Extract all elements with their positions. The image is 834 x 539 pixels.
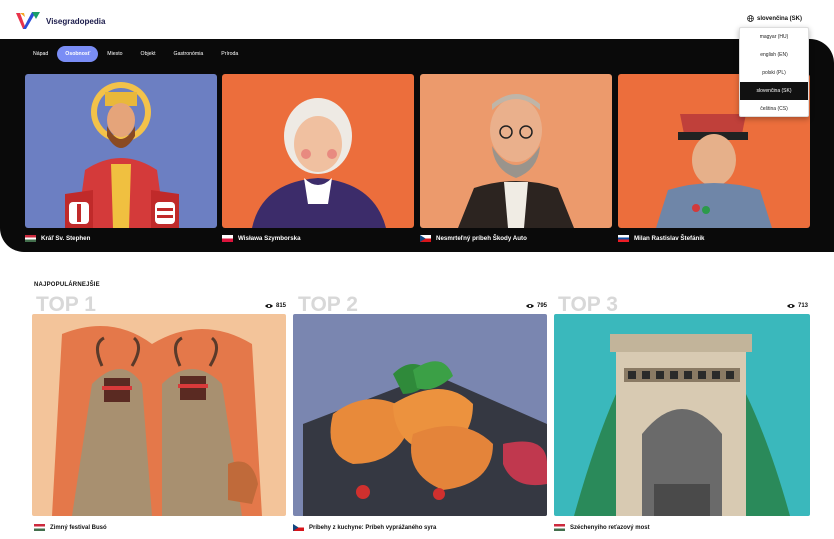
hero-card-title: Wisława Szymborska <box>238 235 301 242</box>
hero-card-king-stephen-image[interactable] <box>25 74 217 228</box>
popular-card-buso-image[interactable] <box>32 314 286 516</box>
hero-card-king-stephen[interactable]: Kráľ Sv. Stephen <box>25 235 90 242</box>
popular-card-buso[interactable]: Zimný festival Busó <box>34 524 107 531</box>
hungary-flag-icon <box>34 524 45 531</box>
hero-card-title: Kráľ Sv. Stephen <box>41 235 91 242</box>
hero-card-skoda[interactable]: Nesmrteľný príbeh Škody Auto <box>420 235 527 242</box>
popular-card-chain-bridge[interactable]: Széchenyiho reťazový most <box>554 524 650 531</box>
hungary-flag-icon <box>25 235 36 242</box>
rank-label: TOP 2 <box>298 295 358 313</box>
rank-label: TOP 1 <box>36 295 96 313</box>
popular-card-chain-bridge-image[interactable] <box>554 314 810 516</box>
language-option-hu[interactable]: magyar (HU) <box>740 28 808 46</box>
language-selector-label: slovenčina (SK) <box>757 15 803 22</box>
view-count: 815 <box>265 303 286 309</box>
popular-card-title: Széchenyiho reťazový most <box>570 524 650 531</box>
tab-napad[interactable]: Nápad <box>24 46 57 62</box>
language-option-pl[interactable]: polski (PL) <box>740 64 808 82</box>
language-option-sk[interactable]: slovenčina (SK) <box>740 82 808 100</box>
page: Visegradopedia slovenčina (SK) Nápad Oso… <box>0 0 834 539</box>
poland-flag-icon <box>222 235 233 242</box>
language-option-cs[interactable]: čeština (CS) <box>740 100 808 118</box>
popular-section-title: NAJPOPULÁRNEJŠIE <box>34 282 100 288</box>
hero-card-szymborska[interactable]: Wisława Szymborska <box>222 235 301 242</box>
view-count-value: 815 <box>276 303 287 309</box>
tab-miesto[interactable]: Miesto <box>98 46 131 62</box>
logo-text: Visegradopedia <box>46 16 106 26</box>
hero-card-stefanik[interactable]: Milan Rastislav Štefánik <box>618 235 705 242</box>
eye-icon <box>526 304 534 308</box>
hungary-flag-icon <box>554 524 565 531</box>
view-count-value: 713 <box>798 303 809 309</box>
hero-card-skoda-image[interactable] <box>420 74 612 228</box>
site-logo[interactable]: Visegradopedia <box>14 9 105 33</box>
hero-card-title: Nesmrteľný príbeh Škody Auto <box>436 235 527 242</box>
tab-objekt[interactable]: Objekt <box>132 46 165 62</box>
tab-priroda[interactable]: Príroda <box>212 46 247 62</box>
popular-card-title: Zimný festival Busó <box>50 524 107 531</box>
language-option-en[interactable]: english (EN) <box>740 46 808 64</box>
tab-osobnost[interactable]: Osobnosť <box>57 46 99 62</box>
popular-card-fried-cheese[interactable]: Príbehy z kuchyne: Príbeh vyprážaného sy… <box>293 524 436 531</box>
czech-flag-icon <box>420 235 431 242</box>
globe-icon <box>747 15 754 22</box>
hero-card-szymborska-image[interactable] <box>222 74 414 228</box>
logo-icon <box>16 12 40 29</box>
eye-icon <box>265 304 273 308</box>
hero-card-title: Milan Rastislav Štefánik <box>634 235 705 242</box>
view-count-value: 795 <box>537 303 548 309</box>
slovakia-flag-icon <box>618 235 629 242</box>
popular-card-title: Príbehy z kuchyne: Príbeh vyprážaného sy… <box>309 524 437 531</box>
language-selector-button[interactable]: slovenčina (SK) <box>747 15 802 22</box>
view-count: 713 <box>787 303 808 309</box>
view-count: 795 <box>526 303 547 309</box>
popular-card-fried-cheese-image[interactable] <box>293 314 547 516</box>
language-dropdown: magyar (HU) english (EN) polski (PL) slo… <box>739 27 809 117</box>
czech-flag-icon <box>293 524 304 531</box>
eye-icon <box>787 304 795 308</box>
category-tabs: Nápad Osobnosť Miesto Objekt Gastronómia… <box>24 46 247 62</box>
rank-label: TOP 3 <box>558 295 618 313</box>
tab-gastronomia[interactable]: Gastronómia <box>165 46 213 62</box>
